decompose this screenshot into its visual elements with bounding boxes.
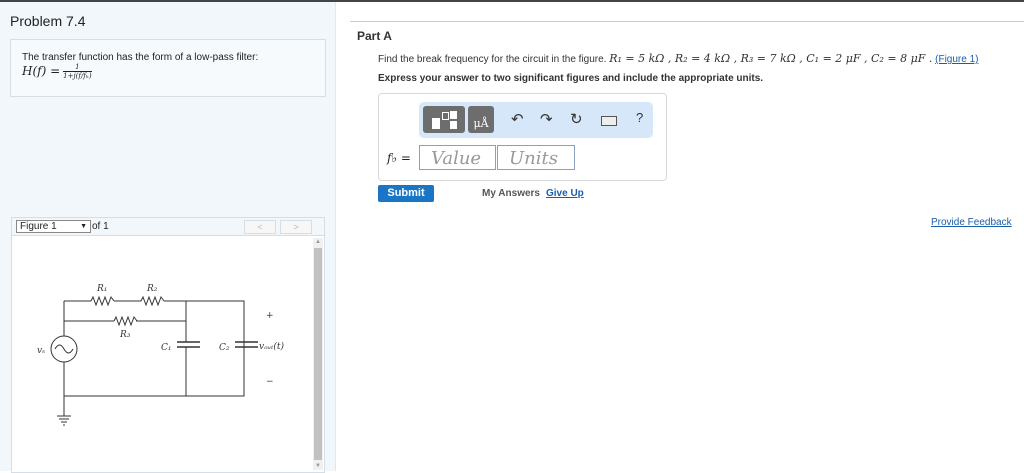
- answer-box: μÅ ↶ ↷ ↻ ? f♭ = Value Units: [378, 93, 667, 181]
- ground-icon: [57, 415, 71, 426]
- transfer-function: H(f) = 1 1+j(f/fₕ): [22, 63, 92, 80]
- give-up-link[interactable]: Give Up: [546, 188, 584, 199]
- circuit-diagram: R₁ R₂ R₃ C₁ C₂ vₛ vₒᵤₜ(t) + −: [37, 284, 284, 426]
- figure-select[interactable]: Figure 1 ▼: [16, 220, 91, 233]
- provide-feedback-link[interactable]: Provide Feedback: [931, 217, 1012, 228]
- resistor-r3: [113, 315, 138, 327]
- part-title: Part A: [357, 29, 392, 43]
- tf-num: 1: [63, 63, 92, 72]
- figure-select-value: Figure 1: [20, 221, 57, 232]
- label-r1: R₁: [96, 284, 107, 294]
- scroll-up-icon[interactable]: ▲: [315, 239, 321, 245]
- problem-title: Problem 7.4: [10, 13, 86, 29]
- question: Find the break frequency for the circuit…: [378, 52, 979, 65]
- template-icon-top: [450, 111, 457, 119]
- reset-icon[interactable]: ↻: [570, 110, 583, 128]
- label-c1: C₁: [161, 343, 172, 353]
- problem-panel: Problem 7.4 The transfer function has th…: [0, 2, 336, 473]
- template-icon-box: [442, 112, 449, 120]
- scroll-thumb[interactable]: [314, 248, 322, 460]
- label-vout: vₒᵤₜ(t): [259, 341, 284, 352]
- instructions: Express your answer to two significant f…: [378, 73, 764, 84]
- units-button[interactable]: μÅ: [468, 106, 494, 133]
- hint-box: The transfer function has the form of a …: [10, 39, 326, 97]
- label-c2: C₂: [219, 343, 230, 353]
- question-params: R₁ = 5 kΩ , R₂ = 4 kΩ , R₃ = 7 kΩ , C₁ =…: [609, 52, 933, 65]
- template-icon: [432, 118, 440, 129]
- units-input[interactable]: Units: [497, 145, 575, 170]
- template-icon-bottom: [450, 121, 457, 129]
- undo-icon[interactable]: ↶: [511, 110, 524, 128]
- tf-den: 1+j(f/fₕ): [63, 72, 92, 80]
- prev-figure-button[interactable]: <: [244, 220, 276, 234]
- value-input[interactable]: Value: [419, 145, 496, 170]
- scroll-down-icon[interactable]: ▼: [315, 463, 321, 469]
- figure-header: Figure 1 ▼ of 1 < >: [12, 218, 324, 236]
- resistor-r2: [140, 295, 165, 307]
- keyboard-icon[interactable]: [601, 116, 617, 126]
- tf-lhs: H(f) =: [22, 64, 61, 78]
- redo-icon[interactable]: ↷: [540, 110, 553, 128]
- label-r3: R₃: [119, 330, 131, 340]
- next-figure-button[interactable]: >: [280, 220, 312, 234]
- hint-text: The transfer function has the form of a …: [22, 52, 259, 63]
- figure-viewer: Figure 1 ▼ of 1 < > R₁ R₂ R₃ C₁ C₂ vₛ vₒᵤ…: [11, 217, 325, 473]
- math-toolbar: μÅ ↶ ↷ ↻ ?: [419, 102, 653, 138]
- resistor-r1: [90, 295, 115, 307]
- label-minus: −: [266, 377, 274, 387]
- figure-link[interactable]: (Figure 1): [935, 54, 978, 65]
- capacitor-c1: [177, 341, 200, 348]
- templates-button[interactable]: [423, 106, 465, 133]
- question-text: Find the break frequency for the circuit…: [378, 54, 607, 65]
- submit-button[interactable]: Submit: [378, 185, 434, 202]
- my-answers-link[interactable]: My Answers: [482, 188, 540, 199]
- answer-label: f♭ =: [387, 151, 411, 165]
- capacitor-c2: [235, 341, 258, 348]
- figure-scrollbar[interactable]: ▲ ▼: [313, 238, 323, 470]
- dropdown-arrow-icon: ▼: [80, 223, 87, 230]
- label-r2: R₂: [146, 284, 158, 294]
- divider: [350, 21, 1024, 22]
- label-vs: vₛ: [37, 346, 45, 356]
- figure-count: of 1: [92, 221, 109, 232]
- help-icon[interactable]: ?: [636, 110, 643, 125]
- label-plus: +: [266, 311, 274, 321]
